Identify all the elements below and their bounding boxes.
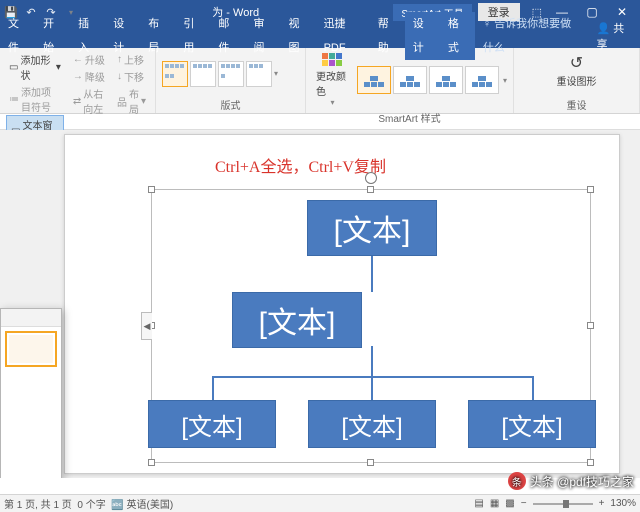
zoom-level[interactable]: 130% [610,498,636,509]
status-lang[interactable]: 🔤 英语(美国) [111,496,173,511]
undo-icon[interactable]: ↶ [24,5,38,19]
layout-option-2[interactable] [190,61,216,87]
ribbon: ▭ 添加形状 ▾ ≔ 添加项目符号 ▤ 文本窗格 ← 升级 → 降级 ⇄ 从右向… [0,48,640,114]
style-option-3[interactable] [429,66,463,94]
watermark: 条 头条 @pdf技巧之家 [508,472,634,490]
redo-icon[interactable]: ↷ [44,5,58,19]
resize-handle-s[interactable] [367,459,374,466]
org-node-child-1[interactable]: [文本] [148,400,276,448]
layouts-more-icon[interactable]: ▾ [274,69,278,78]
add-shape-button[interactable]: ▭ 添加形状 ▾ [6,51,64,83]
qat-dropdown-icon[interactable]: ▾ [64,5,78,19]
resize-handle-ne[interactable] [587,186,594,193]
org-node-root[interactable]: [文本] [307,200,437,256]
resize-handle-e[interactable] [587,322,594,329]
view-read-icon[interactable]: ▤ [474,498,483,509]
resize-handle-se[interactable] [587,459,594,466]
org-node-child-3[interactable]: [文本] [468,400,596,448]
promote-button[interactable]: ← 升级 [70,51,108,68]
resize-handle-sw[interactable] [148,459,155,466]
text-pane-toggle[interactable]: ◀ [141,312,152,340]
resize-handle-nw[interactable] [148,186,155,193]
status-words[interactable]: 0 个字 [77,496,105,511]
side-panel-header [1,309,61,327]
layout-button[interactable]: 品 布局 ▾ [114,85,149,117]
instruction-text: Ctrl+A全选，Ctrl+V复制 [215,153,386,177]
style-option-2[interactable] [393,66,427,94]
layout-option-1[interactable] [162,61,188,87]
view-print-icon[interactable]: ▦ [490,498,499,509]
save-icon[interactable]: 💾 [4,5,18,19]
zoom-in-button[interactable]: + [599,498,605,509]
layout-option-3[interactable] [218,61,244,87]
zoom-slider[interactable] [533,503,593,505]
layout-thumbnail[interactable] [5,331,57,367]
move-down-button[interactable]: ↓ 下移 [114,68,147,85]
rtl-button[interactable]: ⇄ 从右向左 [70,85,108,117]
group-smartart-styles: SmartArt 样式 [312,110,507,125]
move-up-button[interactable]: ↑ 上移 [114,51,147,68]
styles-more-icon[interactable]: ▾ [503,76,507,85]
rotate-handle[interactable] [365,172,377,184]
reset-icon: ↺ [570,53,583,73]
view-web-icon[interactable]: ▩ [505,498,514,509]
demote-button[interactable]: → 降级 [70,68,108,85]
style-option-4[interactable] [465,66,499,94]
org-node-assistant[interactable]: [文本] [232,292,362,348]
ribbon-tabs: 文件 开始 插入 设计 布局 引用 邮件 审阅 视图 迅捷PDF 帮助 设计 格… [0,24,640,48]
smartart-frame[interactable]: ◀ [文本] [文本] [文本] [文本] [文本] [151,189,591,463]
change-colors-button[interactable]: 更改颜色▾ [312,51,353,109]
side-panel[interactable]: 信息或上下级关 状和组织结构图 形的详细信息 [0,308,62,478]
resize-handle-n[interactable] [367,186,374,193]
style-option-1[interactable] [357,66,391,94]
document-area: Ctrl+A全选，Ctrl+V复制 ◀ [文本] [文本] [文本] [文本] … [0,130,640,478]
group-reset: 重设 [520,97,633,112]
layout-option-4[interactable] [246,61,272,87]
org-node-child-2[interactable]: [文本] [308,400,436,448]
zoom-out-button[interactable]: − [521,498,527,509]
page[interactable]: Ctrl+A全选，Ctrl+V复制 ◀ [文本] [文本] [文本] [文本] … [64,134,620,474]
watermark-icon: 条 [508,472,526,490]
status-page[interactable]: 第 1 页, 共 1 页 [4,496,72,511]
add-bullet-button[interactable]: ≔ 添加项目符号 [6,83,64,115]
reset-graphic-button[interactable]: ↺ 重设图形 [520,51,633,96]
close-button[interactable]: ✕ [608,5,636,19]
group-layouts: 版式 [162,97,299,112]
status-bar: 第 1 页, 共 1 页 0 个字 🔤 英语(美国) ▤ ▦ ▩ − + 130… [0,494,640,512]
